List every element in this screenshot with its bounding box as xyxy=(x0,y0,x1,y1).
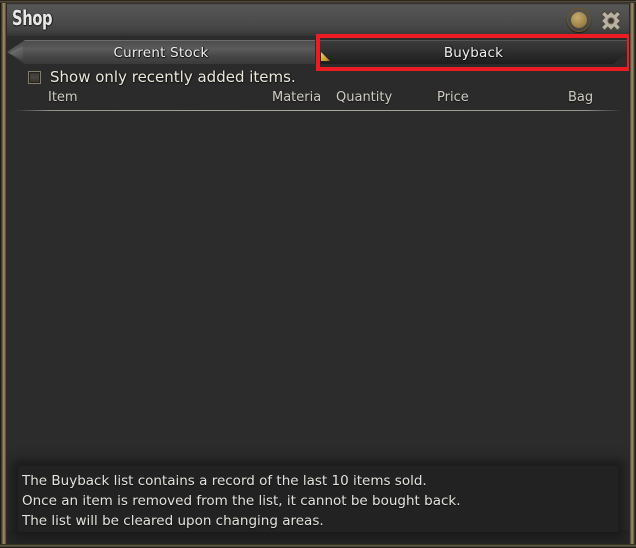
info-line-1: The Buyback list contains a record of th… xyxy=(22,473,427,489)
gil-coin-icon[interactable] xyxy=(567,8,591,32)
recent-items-label: Show only recently added items. xyxy=(50,68,296,86)
tab-buyback-label: Buyback xyxy=(443,45,504,61)
window-title: Shop xyxy=(12,6,53,30)
column-header-materia[interactable]: Materia xyxy=(272,88,321,108)
column-header-item[interactable]: Item xyxy=(48,88,78,108)
column-header-bag[interactable]: Bag xyxy=(568,88,593,108)
column-header-quantity[interactable]: Quantity xyxy=(336,88,392,108)
buyback-item-list[interactable] xyxy=(7,112,629,460)
window-frame-bottom xyxy=(0,544,636,548)
tab-current-stock-label: Current Stock xyxy=(113,45,209,61)
title-bar[interactable]: Shop xyxy=(5,3,631,36)
header-separator xyxy=(14,110,622,111)
recent-items-checkbox[interactable] xyxy=(28,70,41,84)
window-frame-top xyxy=(0,0,636,3)
tab-current-stock[interactable]: Current Stock xyxy=(7,40,315,64)
window-bottom-strip xyxy=(7,530,629,544)
recent-items-filter[interactable]: Show only recently added items. xyxy=(28,66,296,88)
shop-window: Shop Current Stock Buyback Show only rec… xyxy=(0,0,636,548)
tab-bar: Current Stock Buyback xyxy=(7,38,629,66)
tab-left-arrow-icon xyxy=(9,46,23,60)
info-line-3: The list will be cleared upon changing a… xyxy=(22,513,324,529)
column-headers: Item Materia Quantity Price Bag xyxy=(7,88,629,108)
window-frame-right xyxy=(629,0,636,548)
wrench-icon[interactable] xyxy=(598,8,624,34)
column-header-price[interactable]: Price xyxy=(437,88,469,108)
window-frame-left xyxy=(0,0,7,548)
info-line-2: Once an item is removed from the list, i… xyxy=(22,493,461,509)
info-panel: The Buyback list contains a record of th… xyxy=(18,466,618,532)
tab-selected-arrow-icon xyxy=(321,52,330,61)
tab-buyback[interactable]: Buyback xyxy=(318,40,629,64)
